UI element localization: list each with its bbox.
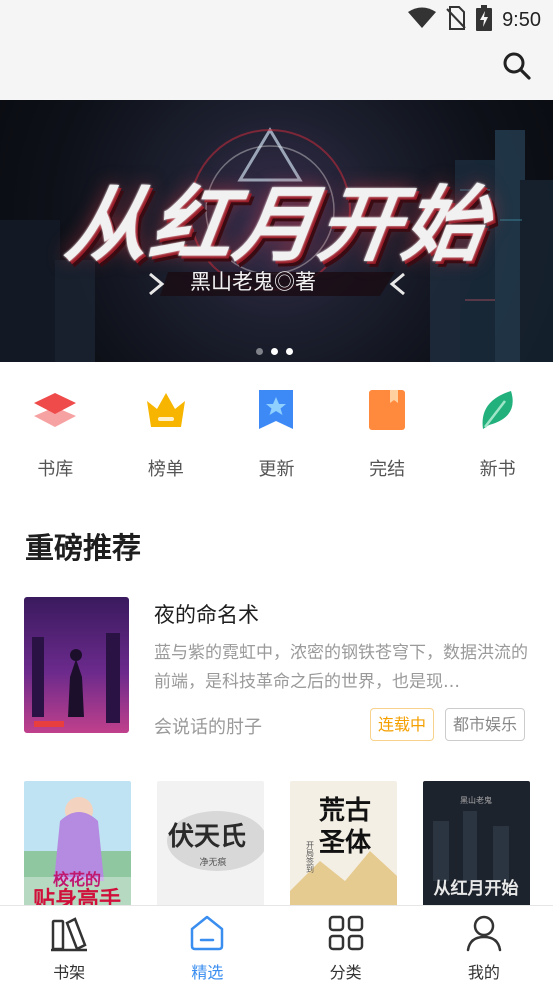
svg-text:荒古: 荒古 [319,796,371,825]
nav-label: 书架 [53,963,86,982]
category-row: 书库 榜单 更新 完结 新书 [0,385,553,485]
layers-icon [30,385,80,435]
status-bar: 9:50 [0,0,553,40]
wifi-icon [408,7,437,33]
battery-charging-icon [476,5,493,35]
nav-categories[interactable]: 分类 [277,906,415,983]
banner-pagination [256,348,293,355]
genre-badge: 都市娱乐 [445,708,526,741]
nav-label: 精选 [191,963,224,982]
featured-book-card[interactable]: 夜的命名术 蓝与紫的霓虹中，浓密的钢铁苍穹下，数据洪流的前端，是科技革命之后的世… [24,597,530,741]
banner-dot-active[interactable] [271,348,278,355]
banner-dot[interactable] [286,348,293,355]
book-cover-0[interactable]: 校花的 贴身高手 [24,781,131,911]
search-button[interactable] [499,50,535,86]
featured-book-description: 蓝与紫的霓虹中，浓密的钢铁苍穹下，数据洪流的前端，是科技革命之后的世界，也是现… [154,643,528,692]
leaf-icon [473,385,523,435]
svg-text:从红月开始: 从红月开始 [434,878,519,898]
crown-icon [141,385,191,435]
featured-book-author: 会说话的肘子 [154,717,262,738]
category-label: 书库 [37,459,74,480]
grid-icon [325,912,367,953]
category-completed[interactable]: 完结 [332,385,443,485]
category-rankings[interactable]: 榜单 [111,385,222,485]
book-icon [362,385,412,435]
svg-text:圣体: 圣体 [319,828,372,857]
bookshelf-icon [48,912,90,953]
nav-bookshelf[interactable]: 书架 [0,906,138,983]
bookmark-star-icon [251,385,301,435]
category-new[interactable]: 新书 [442,385,553,485]
app-bar [0,40,553,100]
svg-text:开局签到: 开局签到 [306,841,315,873]
section-title: 重磅推荐 [25,531,142,565]
category-label: 完结 [369,459,406,480]
book-cover-row: 校花的 贴身高手 伏天氏 净无痕 荒古 圣体 开局签到 黑山老鬼 从红月开始 [24,781,530,911]
svg-text:伏天氏: 伏天氏 [168,822,246,851]
search-icon [502,51,532,85]
category-label: 榜单 [147,459,184,480]
book-cover-2[interactable]: 荒古 圣体 开局签到 [290,781,397,911]
home-icon [186,912,228,953]
no-sim-icon [446,6,466,34]
category-label: 新书 [479,459,516,480]
nav-featured[interactable]: 精选 [138,906,276,983]
svg-text:净无痕: 净无痕 [199,856,226,867]
nav-profile[interactable]: 我的 [415,906,553,983]
banner-title: 从红月开始 [60,180,494,271]
nav-label: 分类 [329,963,362,982]
featured-book-title[interactable]: 夜的命名术 [154,599,259,629]
category-updates[interactable]: 更新 [221,385,332,485]
banner-author: 黑山老鬼◎著 [190,271,316,294]
svg-text:黑山老鬼: 黑山老鬼 [460,795,492,805]
app-screen: 9:50 从红月开始 黑山老鬼◎著 书库 榜单 更新 完结 新书 重磅推荐 夜的… [0,0,553,983]
book-cover-1[interactable]: 伏天氏 净无痕 [157,781,264,911]
status-time: 9:50 [502,8,541,31]
bottom-nav: 书架 精选 分类 我的 [0,905,553,983]
book-cover-3[interactable]: 黑山老鬼 从红月开始 [423,781,530,911]
status-badge: 连载中 [370,708,435,741]
banner-carousel[interactable]: 从红月开始 黑山老鬼◎著 [0,100,553,362]
category-library[interactable]: 书库 [0,385,111,485]
category-label: 更新 [258,459,295,480]
nav-label: 我的 [467,963,500,982]
featured-book-cover[interactable] [24,597,129,733]
user-icon [463,912,505,953]
banner-dot[interactable] [256,348,263,355]
status-icons: 9:50 [408,5,541,35]
